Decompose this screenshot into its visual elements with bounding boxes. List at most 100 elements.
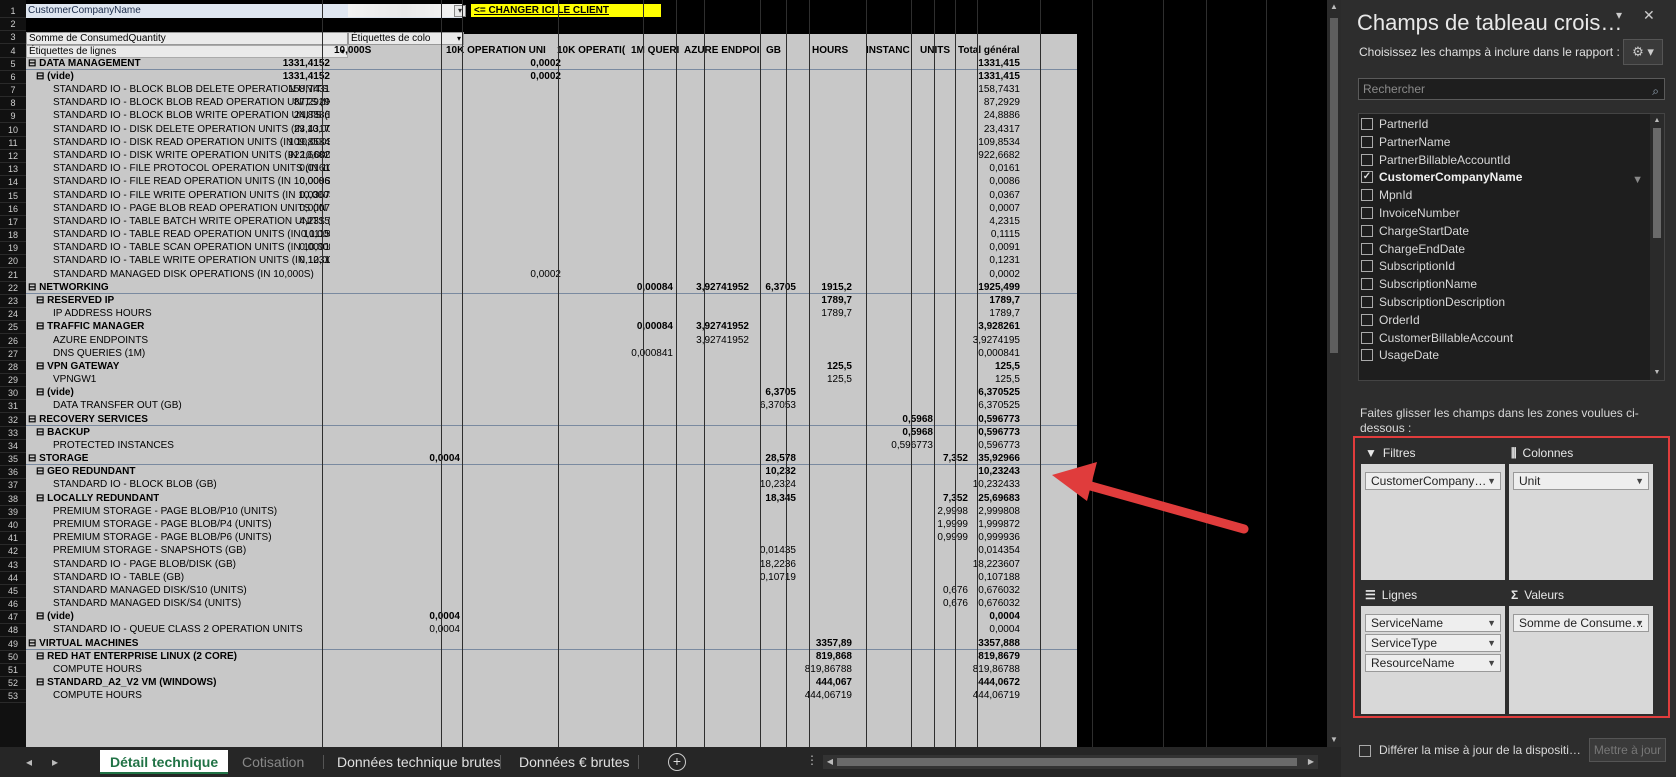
sigma-icon: Σ [1511, 588, 1519, 602]
funnel-icon: ▼ [1365, 446, 1377, 460]
field-checkbox[interactable] [1361, 135, 1373, 148]
field-name: CustomerBillableAccount [1379, 330, 1514, 345]
field-item[interactable]: ChargeStartDate [1359, 222, 1649, 241]
field-name: ChargeStartDate [1379, 223, 1470, 238]
values-area-label: Σ Valeurs [1511, 588, 1564, 602]
filter-chip[interactable]: CustomerCompany… ▼ [1365, 472, 1501, 490]
excel-window: 1 2 3 4 5 6 7 8 9 10 11 12 13 14 15 16 17 18 19 20 21 22 23 24 2… [0, 0, 1676, 777]
field-checkbox[interactable] [1361, 118, 1373, 130]
columns-label: Colonnes [1522, 446, 1574, 460]
tab-hidden[interactable]: Cotisation [232, 750, 314, 774]
field-item[interactable]: CustomerBillableAccount [1359, 329, 1649, 348]
field-name: SubscriptionDescription [1379, 295, 1506, 309]
pivot-field-pane: Champs de tableau crois… ▾ ✕ Choisissez … [1341, 0, 1676, 777]
pane-title: Champs de tableau crois… [1357, 10, 1623, 35]
scroll-right-icon[interactable]: ▶ [1304, 755, 1318, 769]
value-chip[interactable]: Somme de Consume… ▼ [1513, 614, 1649, 632]
field-item[interactable]: ChargeEndDate [1359, 240, 1649, 259]
field-item[interactable]: InvoiceNumber [1359, 204, 1649, 223]
field-item[interactable]: SubscriptionId [1359, 257, 1649, 276]
field-name: CustomerCompanyName [1379, 170, 1523, 185]
field-name: MpnId [1379, 188, 1413, 203]
filters-area[interactable]: CustomerCompany… ▼ [1361, 464, 1505, 580]
tab-donnees-technique-brutes[interactable]: Données technique brutes [327, 750, 510, 774]
field-scroll-up-icon[interactable]: ▲ [1650, 114, 1664, 128]
field-item[interactable]: OrderId [1359, 311, 1649, 330]
add-sheet-button[interactable]: + [668, 753, 686, 771]
columns-area[interactable]: Unit ▼ [1509, 464, 1653, 580]
values-label: Valeurs [1524, 588, 1564, 602]
arrow-to-storage [1052, 462, 1249, 534]
field-search-input[interactable]: Rechercher ⌕ [1358, 78, 1665, 100]
spreadsheet-area: 1 2 3 4 5 6 7 8 9 10 11 12 13 14 15 16 17 18 19 20 21 22 23 24 2… [0, 0, 1327, 747]
field-item[interactable]: PartnerName [1359, 133, 1649, 152]
vertical-scrollbar[interactable]: ▲ ▼ [1327, 0, 1341, 747]
field-item[interactable]: SubscriptionName [1359, 275, 1649, 294]
field-name: OrderId [1379, 312, 1420, 327]
horizontal-scrollbar[interactable]: ◀ ▶ [823, 755, 1318, 769]
field-item[interactable]: PartnerId [1359, 115, 1649, 134]
chip-label: CustomerCompany… [1371, 474, 1487, 488]
row-chip[interactable]: ServiceType ▼ [1365, 634, 1501, 652]
defer-update-checkbox[interactable] [1359, 745, 1371, 757]
sheet-tab-bar: ◂ ▸ Détail technique Cotisation Données … [0, 747, 1341, 777]
filters-area-label: ▼ Filtres [1365, 446, 1416, 460]
search-icon[interactable]: ⌕ [1652, 81, 1659, 101]
tab-prev-icon[interactable]: ◂ [26, 755, 32, 769]
scroll-up-icon[interactable]: ▲ [1327, 0, 1341, 14]
field-checkbox[interactable] [1361, 313, 1373, 326]
field-name: PartnerBillableAccountId [1379, 152, 1511, 167]
column-chip[interactable]: Unit ▼ [1513, 472, 1649, 490]
horizontal-scroll-thumb[interactable] [837, 758, 1297, 766]
field-list-scrollbar[interactable]: ▲ ▼ [1650, 114, 1664, 380]
columns-icon: ⫼ [1511, 446, 1517, 460]
field-scroll-down-icon[interactable]: ▼ [1650, 366, 1664, 380]
pivot-areas: ▼ Filtres ⫼ Colonnes CustomerCompany… ▼ Uni… [1353, 436, 1670, 718]
field-checkbox[interactable] [1361, 331, 1373, 344]
chip-dropdown-icon[interactable]: ▼ [1487, 655, 1496, 671]
more-options-icon[interactable]: ⋮ [806, 753, 818, 767]
field-name: ChargeEndDate [1379, 241, 1466, 256]
chip-dropdown-icon[interactable]: ▼ [1487, 615, 1496, 631]
field-checkbox[interactable] [1361, 260, 1373, 273]
field-list-scroll-thumb[interactable] [1653, 128, 1661, 238]
field-checkbox[interactable] [1361, 278, 1373, 291]
tab-separator [323, 755, 324, 769]
field-checkbox[interactable] [1361, 189, 1373, 202]
row-chip[interactable]: ResourceName ▼ [1365, 654, 1501, 672]
vertical-scroll-thumb[interactable] [1330, 18, 1338, 353]
rows-area[interactable]: ServiceName ▼ ServiceType ▼ ResourceName ▼ [1361, 606, 1505, 714]
chip-dropdown-icon[interactable]: ▼ [1635, 615, 1644, 631]
field-item[interactable]: PartnerBillableAccountId [1359, 151, 1649, 170]
chip-label: ServiceType [1371, 636, 1438, 650]
tab-detail-technique[interactable]: Détail technique [100, 750, 229, 774]
field-checkbox[interactable] [1361, 224, 1373, 237]
tab-next-icon[interactable]: ▸ [52, 755, 58, 769]
row-chip[interactable]: ServiceName ▼ [1365, 614, 1501, 632]
field-checkbox[interactable] [1361, 349, 1373, 362]
scroll-down-icon[interactable]: ▼ [1327, 733, 1341, 747]
chip-label: Unit [1519, 474, 1541, 488]
field-checkbox[interactable]: ✓ [1361, 171, 1373, 184]
field-item[interactable]: SubscriptionDescription [1359, 293, 1649, 312]
chip-dropdown-icon[interactable]: ▼ [1635, 473, 1644, 489]
field-checkbox[interactable] [1361, 207, 1373, 219]
field-list[interactable]: PartnerId PartnerName PartnerBillableAccou… [1358, 113, 1665, 381]
update-button[interactable]: Mettre à jour [1589, 738, 1666, 762]
field-item[interactable]: ✓ CustomerCompanyName ▼ [1359, 168, 1649, 187]
field-checkbox[interactable] [1361, 242, 1373, 255]
scroll-left-icon[interactable]: ◀ [823, 755, 837, 769]
close-icon[interactable]: ✕ [1643, 7, 1655, 24]
chip-dropdown-icon[interactable]: ▼ [1487, 635, 1496, 651]
field-checkbox[interactable] [1361, 296, 1373, 308]
values-area[interactable]: Somme de Consume… ▼ [1509, 606, 1653, 714]
gear-icon[interactable]: ⚙ ▾ [1623, 39, 1663, 65]
pane-options-chevron-icon[interactable]: ▾ [1616, 8, 1622, 22]
field-name: SubscriptionName [1379, 277, 1478, 292]
tab-donnees-euro-brutes[interactable]: Données € brutes [509, 750, 640, 774]
field-item[interactable]: UsageDate [1359, 346, 1649, 365]
field-checkbox[interactable] [1361, 153, 1373, 166]
filters-label: Filtres [1382, 446, 1416, 460]
chip-dropdown-icon[interactable]: ▼ [1487, 473, 1496, 489]
field-item[interactable]: MpnId [1359, 186, 1649, 205]
